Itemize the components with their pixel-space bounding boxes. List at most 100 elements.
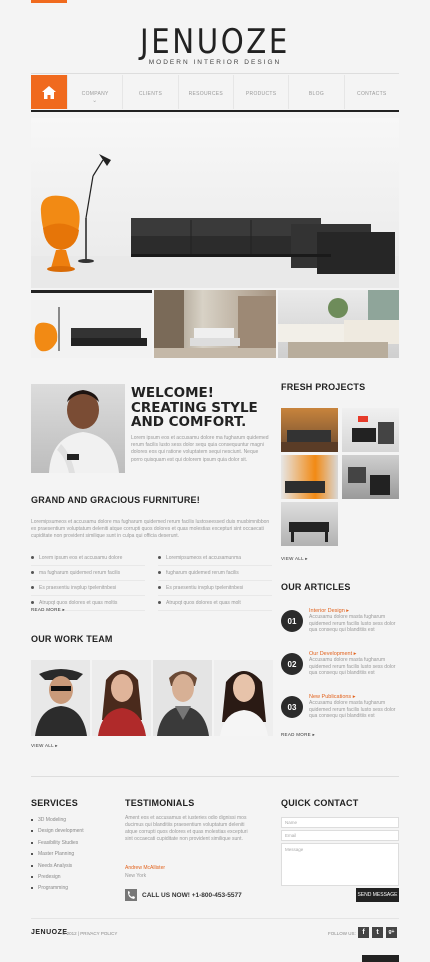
testimonials-title: TESTIMONIALS: [125, 798, 195, 808]
thumbnail-image: [277, 290, 399, 358]
nav-label: CLIENTS: [138, 91, 163, 97]
service-link[interactable]: Programming: [31, 883, 111, 894]
slider-thumbnail-1[interactable]: [31, 290, 153, 358]
social-links: f t g+: [358, 927, 397, 938]
list-item: Es praesentiu invplup tpelenitnbesi: [158, 581, 272, 596]
team-member-photo[interactable]: [214, 660, 273, 736]
slider-thumbnail-3[interactable]: [277, 290, 399, 358]
welcome-title: WELCOME! CREATING STYLE AND COMFORT.: [131, 386, 266, 430]
service-link[interactable]: Feasibility Studies: [31, 838, 111, 849]
furniture-text: Loremipsumeos et accusamu dolore ma fugh…: [31, 519, 270, 540]
nav-label: RESOURCES: [188, 91, 223, 97]
projects-title: FRESH PROJECTS: [281, 382, 366, 392]
project-image: [285, 481, 325, 493]
top-accent-bar: [31, 0, 67, 3]
furniture-bullets-right: Loremipsumeos et accusamunma fugharum qu…: [158, 551, 272, 611]
footer-divider: [31, 776, 399, 777]
project-thumbnail[interactable]: [342, 408, 399, 452]
welcome-photo: [31, 384, 125, 473]
nav-home-button[interactable]: [31, 75, 67, 109]
team-member-image: [35, 669, 87, 736]
name-field[interactable]: Name: [281, 817, 399, 828]
article-text: Accusamu dolore masta fugharum quidemed …: [309, 657, 396, 677]
article-text: Accusamu dolore masta fugharum quidemed …: [309, 700, 396, 720]
furniture-read-more-link[interactable]: READ MORE: [31, 607, 65, 613]
list-item: Atrupqt quos dolores et quas molt: [158, 596, 272, 611]
projects-grid: [281, 408, 399, 546]
main-nav: COMPANY ⌄ CLIENTS RESOURCES PRODUCTS BLOG…: [31, 75, 399, 109]
service-link[interactable]: Predesign: [31, 872, 111, 883]
thumbnail-image: [34, 307, 147, 352]
nav-item-contacts[interactable]: CONTACTS: [343, 75, 399, 109]
project-image: [352, 416, 394, 444]
projects-view-all-link[interactable]: VIEW ALL: [281, 556, 308, 562]
footer-copyright[interactable]: © 2012 | PRIVACY POLICY: [62, 931, 117, 936]
team-title: OUR WORK TEAM: [31, 634, 113, 644]
nav-item-resources[interactable]: RESOURCES: [177, 75, 233, 109]
email-field[interactable]: Email: [281, 830, 399, 841]
article-item: 03 New Publications ▸ Accusamu dolore ma…: [281, 694, 399, 720]
service-link[interactable]: Needs Analysis: [31, 861, 111, 872]
article-item: 01 Interior Design ▸ Accusamu dolore mas…: [281, 608, 399, 634]
footer-bottom-bar: [362, 955, 399, 962]
service-link[interactable]: Master Planning: [31, 849, 111, 860]
team-photos: [31, 660, 273, 736]
services-list: 3D Modeling Design development Feasibili…: [31, 815, 111, 895]
send-message-button[interactable]: SEND MESSAGE: [356, 888, 399, 902]
message-field[interactable]: Message: [281, 843, 399, 886]
nav-item-clients[interactable]: CLIENTS: [122, 75, 177, 109]
facebook-icon[interactable]: f: [358, 927, 369, 938]
twitter-icon[interactable]: t: [372, 927, 383, 938]
project-thumbnail[interactable]: [281, 455, 338, 499]
nav-label: PRODUCTS: [245, 91, 277, 97]
nav-underline: [31, 110, 399, 112]
site-logo[interactable]: JENUOZE: [30, 22, 400, 62]
list-item: Lorem ipsum eos et accusamu dolore: [31, 551, 145, 566]
list-item: Es praesentiu invplup tpelenitnbesi: [31, 581, 145, 596]
team-member-image: [157, 671, 209, 736]
project-thumbnail[interactable]: [281, 408, 338, 452]
nav-item-blog[interactable]: BLOG: [288, 75, 343, 109]
phone-icon: [125, 889, 137, 901]
team-view-all-link[interactable]: VIEW ALL: [31, 743, 58, 749]
contact-title: QUICK CONTACT: [281, 798, 359, 808]
welcome-title-line: AND COMFORT.: [131, 414, 247, 430]
project-thumbnail[interactable]: [281, 502, 338, 546]
hero-illustration: [31, 154, 399, 288]
home-icon: [42, 85, 56, 99]
project-image: [348, 467, 390, 495]
furniture-bullets-left: Lorem ipsum eos et accusamu dolore ma fu…: [31, 551, 145, 611]
furniture-title: GRAND AND GRACIOUS FURNITURE!: [31, 495, 200, 505]
welcome-title-line: CREATING STYLE: [131, 399, 258, 416]
call-us-block: CALL US NOW! +1-800-453-5577: [125, 889, 242, 901]
nav-label: CONTACTS: [357, 91, 387, 97]
thumbnail-image: [154, 290, 276, 358]
footer-divider-bottom: [31, 918, 399, 919]
man-portrait: [49, 390, 119, 473]
service-link[interactable]: 3D Modeling: [31, 815, 111, 826]
services-title: SERVICES: [31, 798, 78, 808]
team-member-photo[interactable]: [153, 660, 212, 736]
article-number: 03: [281, 696, 303, 718]
list-item: Loremipsumeos et accusamunma: [158, 551, 272, 566]
testimonial-author: Andrew McAllister: [125, 865, 166, 871]
articles-read-more-link[interactable]: READ MORE: [281, 732, 315, 738]
nav-divider: [31, 73, 399, 74]
team-member-photo[interactable]: [92, 660, 151, 736]
call-us-text: CALL US NOW! +1-800-453-5577: [142, 891, 242, 899]
slider-thumbnail-2[interactable]: [154, 290, 276, 358]
google-plus-icon[interactable]: g+: [386, 927, 397, 938]
team-member-photo[interactable]: [31, 660, 90, 736]
project-image: [281, 430, 338, 452]
testimonial-location: New York: [125, 873, 147, 879]
hero-slide-image[interactable]: [31, 118, 399, 288]
article-text: Accusamu dolore masta fugharum quidemed …: [309, 614, 396, 634]
chevron-down-icon: ⌄: [92, 98, 98, 104]
site-tagline: MODERN INTERIOR DESIGN: [148, 59, 282, 66]
article-number: 02: [281, 653, 303, 675]
project-thumbnail[interactable]: [342, 455, 399, 499]
nav-item-company[interactable]: COMPANY ⌄: [67, 75, 122, 109]
articles-title: OUR ARTICLES: [281, 582, 351, 592]
service-link[interactable]: Design development: [31, 826, 111, 837]
nav-item-products[interactable]: PRODUCTS: [232, 75, 288, 109]
